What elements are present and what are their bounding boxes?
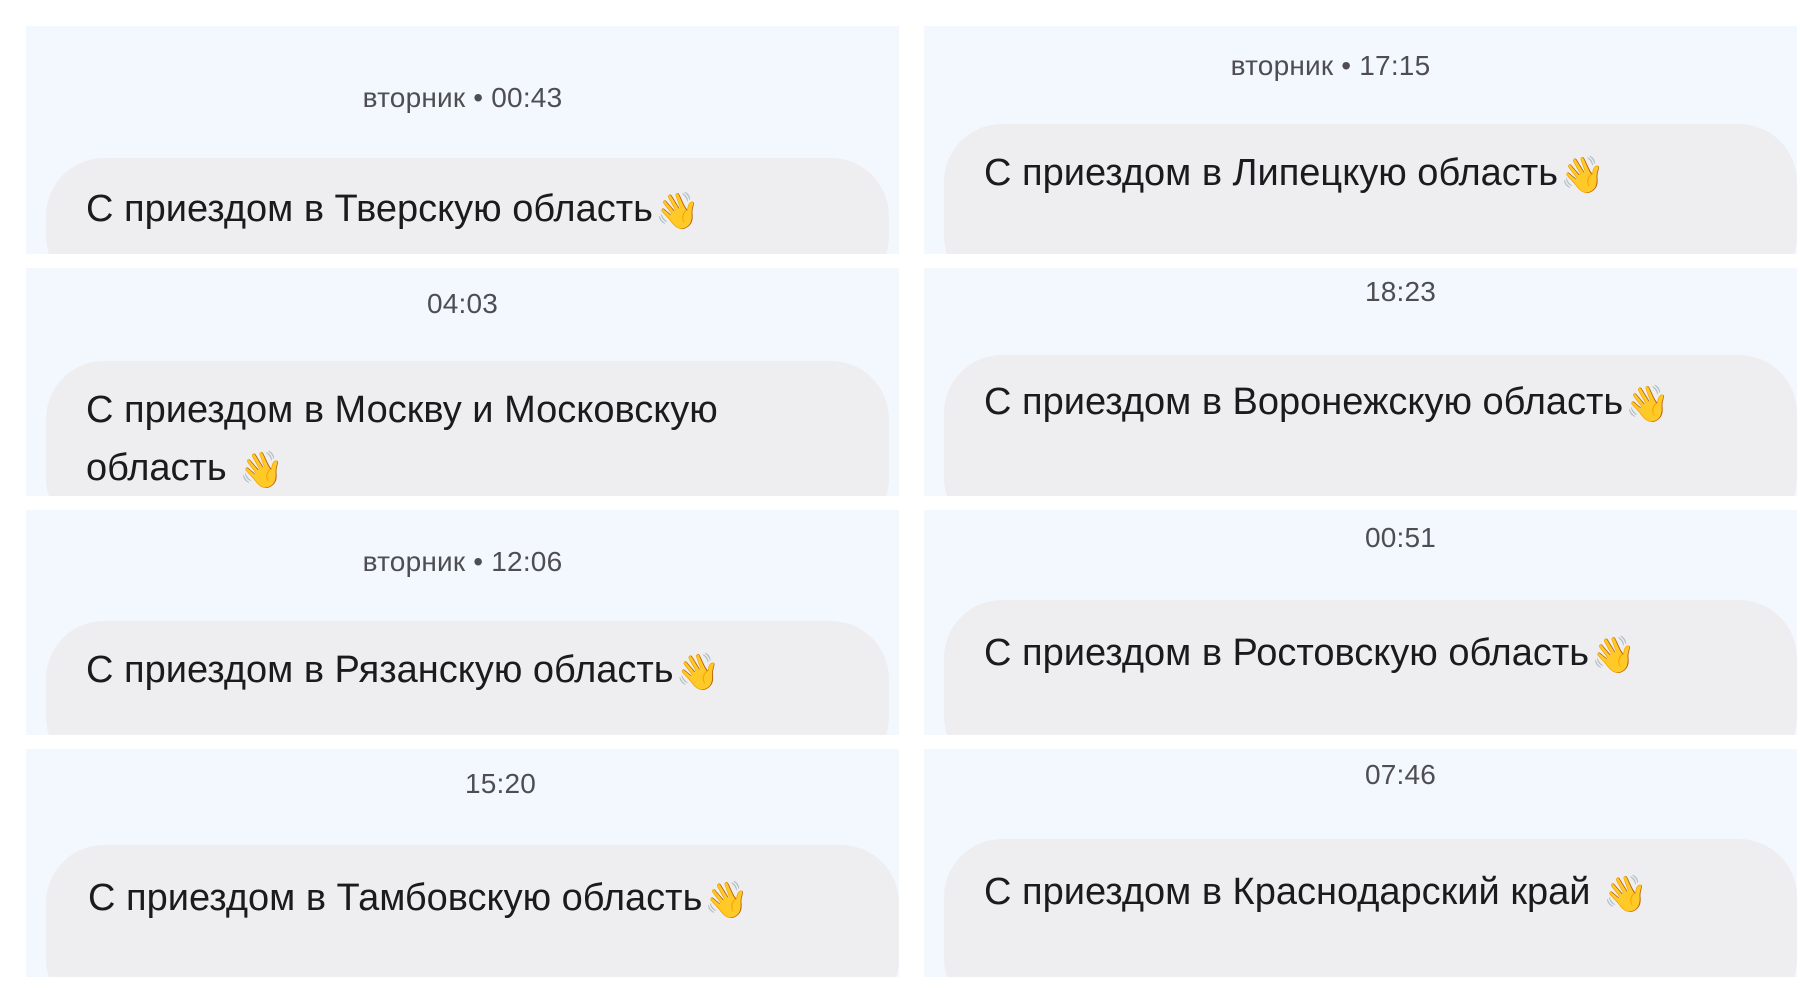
message-timestamp: 00:51 <box>1364 522 1437 553</box>
waving-hand-icon: 👋 <box>675 651 721 692</box>
chat-card-tambov: 15:20 С приездом в Тамбовскую область👋 <box>26 749 899 977</box>
message-timestamp: 15:20 <box>464 768 537 799</box>
waving-hand-icon: 👋 <box>239 449 285 490</box>
message-bubble[interactable]: С приездом в Рязанскую область👋 <box>46 621 889 735</box>
message-text-content: С приездом в Рязанскую область <box>86 649 674 691</box>
message-bubble[interactable]: С приездом в Москву и Московскую область… <box>46 361 889 496</box>
message-bubble[interactable]: С приездом в Ростовскую область👋 <box>944 600 1797 735</box>
message-text-content: С приездом в Липецкую область <box>984 152 1559 194</box>
chat-card-rostov: 00:51 С приездом в Ростовскую область👋 <box>924 510 1797 735</box>
message-text: С приездом в Тамбовскую область👋 <box>88 869 859 927</box>
chat-card-voronezh: 18:23 С приездом в Воронежскую область👋 <box>924 268 1797 496</box>
chat-card-moscow: 04:03 С приездом в Москву и Московскую о… <box>26 268 899 496</box>
message-text: С приездом в Воронежскую область👋 <box>984 373 1757 431</box>
message-text: С приездом в Липецкую область👋 <box>984 144 1757 202</box>
message-bubble[interactable]: С приездом в Краснодарский край 👋 <box>944 839 1797 977</box>
message-bubble[interactable]: С приездом в Тамбовскую область👋 <box>46 845 899 977</box>
message-timestamp: вторник • 12:06 <box>362 546 563 577</box>
message-timestamp: 07:46 <box>1364 759 1437 790</box>
message-bubble[interactable]: С приездом в Липецкую область👋 <box>944 124 1797 254</box>
message-text-content: С приездом в Ростовскую область <box>984 632 1590 674</box>
message-text: С приездом в Москву и Московскую область… <box>86 381 849 496</box>
waving-hand-icon: 👋 <box>1625 383 1671 424</box>
waving-hand-icon: 👋 <box>1591 634 1636 675</box>
message-timestamp: 04:03 <box>426 288 499 319</box>
message-text: С приездом в Рязанскую область👋 <box>86 641 849 699</box>
message-text-content: С приездом в Краснодарский край <box>984 871 1591 913</box>
message-timestamp: вторник • 00:43 <box>362 82 563 113</box>
message-text-content: С приездом в Тамбовскую область <box>88 877 703 919</box>
chat-card-tver: вторник • 00:43 С приездом в Тверскую об… <box>26 26 899 254</box>
message-timestamp: вторник • 17:15 <box>1230 50 1431 81</box>
chat-card-lipetsk: вторник • 17:15 С приездом в Липецкую об… <box>924 26 1797 254</box>
chat-card-krasnodar: 07:46 С приездом в Краснодарский край 👋 <box>924 749 1797 977</box>
message-text-content: С приездом в Москву и Московскую область <box>86 389 718 489</box>
message-text: С приездом в Краснодарский край 👋 <box>984 863 1757 921</box>
message-bubble[interactable]: С приездом в Воронежскую область👋 <box>944 355 1797 496</box>
message-text: С приездом в Ростовскую область👋 <box>984 624 1757 682</box>
message-text-content: С приездом в Воронежскую область <box>984 381 1624 423</box>
chat-card-ryazan: вторник • 12:06 С приездом в Рязанскую о… <box>26 510 899 735</box>
message-text: С приездом в Тверскую область👋 <box>86 180 849 238</box>
message-text-content: С приездом в Тверскую область <box>86 188 653 230</box>
waving-hand-icon: 👋 <box>1603 873 1648 914</box>
message-bubble[interactable]: С приездом в Тверскую область👋 <box>46 158 889 254</box>
waving-hand-icon: 👋 <box>1560 154 1605 195</box>
message-timestamp: 18:23 <box>1364 276 1437 307</box>
waving-hand-icon: 👋 <box>654 190 700 231</box>
waving-hand-icon: 👋 <box>704 879 750 920</box>
